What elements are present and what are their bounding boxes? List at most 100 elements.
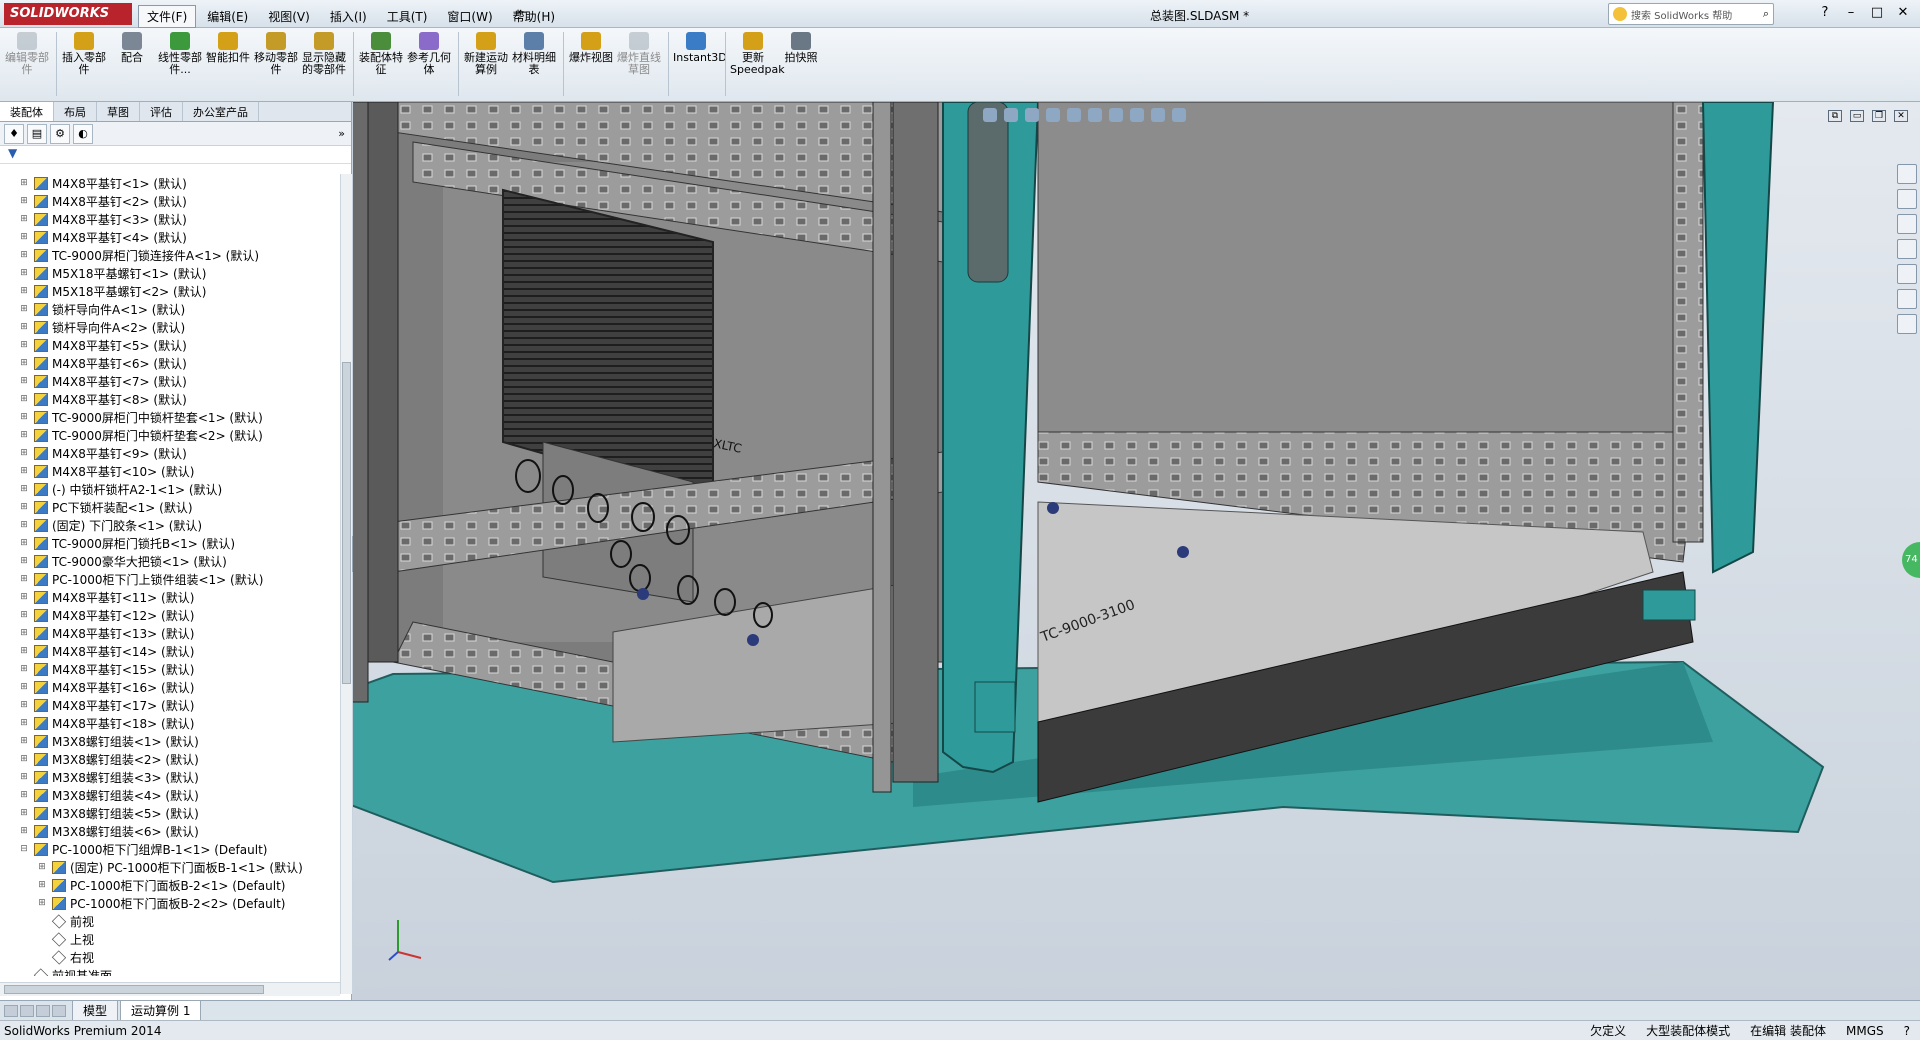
scrollbar-thumb[interactable] <box>342 362 351 684</box>
tree-item[interactable]: ⊞ TC-9000屏柜门中锁杆垫套<1> (默认) <box>0 408 340 426</box>
tree-item[interactable]: ⊞ M3X8螺钉组装<1> (默认) <box>0 732 340 750</box>
expand-toggle-icon[interactable]: ⊞ <box>18 196 30 206</box>
solidworks-resources-icon[interactable] <box>1897 164 1917 184</box>
tree-item[interactable]: 右视 <box>0 948 340 966</box>
expand-toggle-icon[interactable]: ⊞ <box>18 268 30 278</box>
custom-properties-icon[interactable] <box>1897 289 1917 309</box>
tree-item[interactable]: 前视 <box>0 912 340 930</box>
toolbar-button[interactable]: 装配体特征 <box>358 28 404 76</box>
tree-item[interactable]: ⊞ M5X18平基螺钉<2> (默认) <box>0 282 340 300</box>
graphics-viewport[interactable]: TC-9000-3100 XLTC ⧉ ▭ ❐ ✕ 74 <box>353 102 1920 1000</box>
tree-item[interactable]: ⊞ 锁杆导向件A<1> (默认) <box>0 300 340 318</box>
tree-item[interactable]: ⊞ M4X8平基钉<1> (默认) <box>0 174 340 192</box>
expand-toggle-icon[interactable]: ⊞ <box>18 394 30 404</box>
file-explorer-icon[interactable] <box>1897 214 1917 234</box>
panel-tab[interactable]: 办公室产品 <box>183 102 259 121</box>
bottom-tab[interactable]: 模型 <box>72 1000 119 1021</box>
tree-item[interactable]: ⊞ M4X8平基钉<7> (默认) <box>0 372 340 390</box>
appearances-icon[interactable] <box>1897 264 1917 284</box>
tree-item[interactable]: 上视 <box>0 930 340 948</box>
toolbar-button[interactable]: Instant3D <box>673 28 727 64</box>
expand-toggle-icon[interactable]: ⊞ <box>18 556 30 566</box>
expand-toggle-icon[interactable]: ⊞ <box>18 412 30 422</box>
tree-item[interactable]: ⊞ TC-9000屏柜门锁连接件A<1> (默认) <box>0 246 340 264</box>
tab-nav-arrows[interactable] <box>0 1004 72 1017</box>
apply-scene-icon[interactable] <box>1151 108 1165 122</box>
expand-toggle-icon[interactable]: ⊞ <box>36 880 48 890</box>
expand-toggle-icon[interactable]: ⊞ <box>18 826 30 836</box>
expand-toggle-icon[interactable]: ⊞ <box>18 178 30 188</box>
view-orientation-icon[interactable] <box>1067 108 1081 122</box>
tree-item[interactable]: ⊞ M3X8螺钉组装<4> (默认) <box>0 786 340 804</box>
viewport-split-icon[interactable]: ▭ <box>1850 110 1864 122</box>
expand-toggle-icon[interactable]: ⊟ <box>18 844 30 854</box>
tree-item[interactable]: ⊞ M3X8螺钉组装<6> (默认) <box>0 822 340 840</box>
panel-tab[interactable]: 草图 <box>97 102 140 121</box>
pin-icon[interactable]: ⇤ <box>512 5 532 23</box>
tree-item[interactable]: ⊞ M4X8平基钉<10> (默认) <box>0 462 340 480</box>
filter-icon[interactable]: ▼ <box>8 146 17 160</box>
expand-toggle-icon[interactable]: ⊞ <box>18 682 30 692</box>
expand-toggle-icon[interactable]: ⊞ <box>18 340 30 350</box>
expand-toggle-icon[interactable]: ⊞ <box>18 502 30 512</box>
tree-item[interactable]: ⊟ PC-1000柜下门组焊B-1<1> (Default) <box>0 840 340 858</box>
status-item[interactable]: ? <box>1894 1024 1920 1038</box>
scrollbar-thumb[interactable] <box>4 985 264 994</box>
display-style-icon[interactable] <box>1088 108 1102 122</box>
help-menu-icon[interactable]: ? <box>1816 4 1834 22</box>
toolbar-button[interactable]: 智能扣件 <box>205 28 251 64</box>
help-search-input[interactable]: 搜索 SolidWorks 帮助 <box>1631 7 1763 22</box>
search-icon[interactable]: ⌕ <box>1763 7 1773 21</box>
tree-horizontal-scrollbar[interactable] <box>0 982 340 996</box>
toolbar-button[interactable]: 显示隐藏的零部件 <box>301 28 347 76</box>
tree-item[interactable]: ⊞ M4X8平基钉<9> (默认) <box>0 444 340 462</box>
expand-toggle-icon[interactable]: ⊞ <box>18 286 30 296</box>
menu-item[interactable]: 工具(T) <box>378 5 437 28</box>
minimize-icon[interactable]: – <box>1842 4 1860 22</box>
expand-toggle-icon[interactable]: ⊞ <box>18 484 30 494</box>
tree-item[interactable]: ⊞ PC-1000柜下门上锁件组装<1> (默认) <box>0 570 340 588</box>
tree-item[interactable]: ⊞ M4X8平基钉<3> (默认) <box>0 210 340 228</box>
tree-item[interactable]: ⊞ TC-9000屏柜门锁托B<1> (默认) <box>0 534 340 552</box>
expand-toggle-icon[interactable]: ⊞ <box>18 376 30 386</box>
tree-item[interactable]: ⊞ M4X8平基钉<16> (默认) <box>0 678 340 696</box>
expand-toggle-icon[interactable]: ⊞ <box>18 772 30 782</box>
toolbar-button[interactable]: 材料明细表 <box>511 28 557 76</box>
expand-toggle-icon[interactable]: ⊞ <box>18 358 30 368</box>
expand-toggle-icon[interactable]: ⊞ <box>18 808 30 818</box>
expand-toggle-icon[interactable]: ⊞ <box>18 790 30 800</box>
tree-item[interactable]: ⊞ 锁杆导向件A<2> (默认) <box>0 318 340 336</box>
toolbar-button[interactable]: 线性零部件... <box>157 28 203 76</box>
tree-item[interactable]: ⊞ M4X8平基钉<17> (默认) <box>0 696 340 714</box>
expand-toggle-icon[interactable]: ⊞ <box>18 520 30 530</box>
tree-item[interactable]: ⊞ (-) 中锁杆锁杆A2-1<1> (默认) <box>0 480 340 498</box>
menu-item[interactable]: 视图(V) <box>259 5 319 28</box>
tree-item[interactable]: ⊞ PC-1000柜下门面板B-2<2> (Default) <box>0 894 340 912</box>
tree-filter[interactable]: ▼ <box>0 146 351 164</box>
expand-toggle-icon[interactable]: ⊞ <box>18 646 30 656</box>
toolbar-button[interactable]: 编辑零部件 <box>4 28 50 76</box>
help-search-box[interactable]: 搜索 SolidWorks 帮助 ⌕ <box>1608 3 1774 25</box>
expand-toggle-icon[interactable]: ⊞ <box>18 304 30 314</box>
expand-toggle-icon[interactable]: ⊞ <box>18 448 30 458</box>
expand-toggle-icon[interactable]: ⊞ <box>18 574 30 584</box>
expand-toggle-icon[interactable]: ⊞ <box>18 592 30 602</box>
expand-toggle-icon[interactable]: ⊞ <box>18 214 30 224</box>
panel-tab[interactable]: 布局 <box>54 102 97 121</box>
view-palette-icon[interactable] <box>1897 239 1917 259</box>
menu-item[interactable]: 插入(I) <box>321 5 376 28</box>
tree-item[interactable]: ⊞ M3X8螺钉组装<3> (默认) <box>0 768 340 786</box>
expand-toggle-icon[interactable]: ⊞ <box>18 610 30 620</box>
toolbar-button[interactable]: 爆炸直线草图 <box>616 28 662 76</box>
toolbar-button[interactable]: 配合 <box>109 28 155 64</box>
toolbar-button[interactable]: 爆炸视图 <box>568 28 614 64</box>
design-library-icon[interactable] <box>1897 189 1917 209</box>
expand-toggle-icon[interactable]: ⊞ <box>18 700 30 710</box>
expand-toggle-icon[interactable]: ⊞ <box>18 430 30 440</box>
menu-item[interactable]: 编辑(E) <box>198 5 257 28</box>
tree-item[interactable]: ⊞ (固定) 下门胶条<1> (默认) <box>0 516 340 534</box>
edit-appearance-icon[interactable] <box>1130 108 1144 122</box>
cabinet-3d-model[interactable]: TC-9000-3100 XLTC <box>353 102 1920 1000</box>
expand-toggle-icon[interactable]: ⊞ <box>18 322 30 332</box>
toolbar-button[interactable]: 移动零部件 <box>253 28 299 76</box>
